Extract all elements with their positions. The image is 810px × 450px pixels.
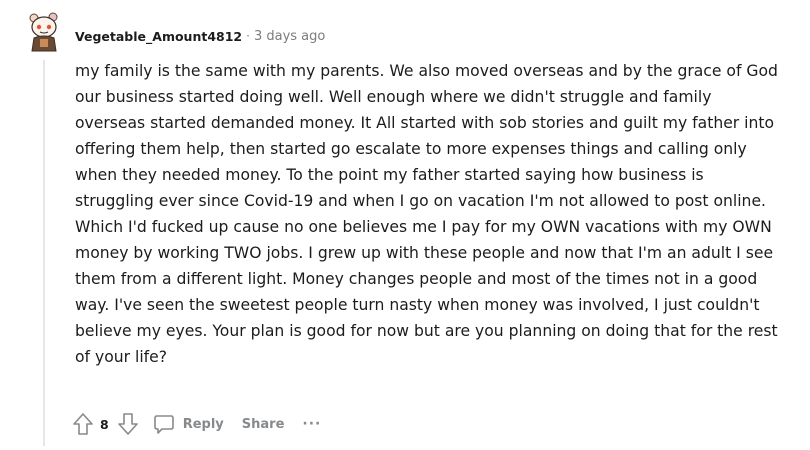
- thread-line[interactable]: [43, 60, 45, 446]
- vote-count: 8: [100, 416, 109, 432]
- comment-header: Vegetable_Amount4812 · 3 days ago: [75, 26, 325, 46]
- upvote-arrow-icon: [73, 413, 93, 435]
- downvote-button[interactable]: [117, 412, 139, 436]
- reply-button[interactable]: Reply: [153, 413, 224, 435]
- snoo-avatar-icon: [29, 12, 58, 52]
- comment-bubble-icon: [153, 415, 174, 434]
- upvote-button[interactable]: [72, 412, 94, 436]
- comment: Vegetable_Amount4812 · 3 days ago my fam…: [0, 0, 810, 450]
- comment-timestamp[interactable]: 3 days ago: [254, 29, 325, 44]
- author-name[interactable]: Vegetable_Amount4812: [75, 29, 242, 44]
- share-button[interactable]: Share: [242, 417, 285, 432]
- user-avatar[interactable]: [26, 12, 62, 52]
- comment-actions: 8 Reply Share ···: [72, 410, 321, 438]
- downvote-arrow-icon: [117, 413, 138, 435]
- meta-separator: ·: [246, 29, 250, 43]
- more-options-button[interactable]: ···: [302, 416, 321, 432]
- reply-label: Reply: [182, 416, 224, 432]
- comment-body: my family is the same with my parents. W…: [75, 62, 778, 366]
